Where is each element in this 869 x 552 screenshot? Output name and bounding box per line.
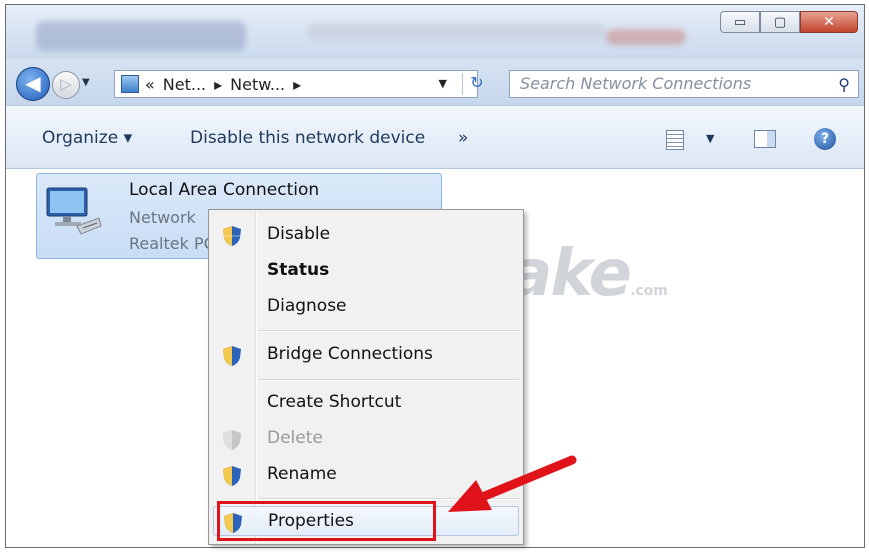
navigation-bar: ◀ ▷ ▼ « Net... ▸ Netw... ▸ ▼ ↻ Search Ne… [6, 59, 864, 105]
help-icon[interactable]: ? [814, 128, 836, 150]
connection-adapter: Realtek PCIe [129, 234, 219, 253]
view-dropdown-icon[interactable]: ▼ [706, 132, 714, 145]
window-controls: ▭ ▢ ✕ [720, 11, 858, 33]
organize-button[interactable]: Organize ▾ [42, 128, 132, 148]
breadcrumb-item-network-internet[interactable]: Netw... [230, 75, 285, 94]
search-placeholder: Search Network Connections [520, 74, 752, 93]
address-dropdown-icon[interactable]: ▼ [439, 77, 447, 90]
menu-item-disable[interactable]: Disable [209, 220, 523, 250]
recent-pages-dropdown-icon[interactable]: ▼ [82, 77, 90, 88]
menu-item-diagnose[interactable]: Diagnose [209, 292, 523, 322]
network-folder-icon [121, 75, 139, 93]
uac-shield-icon [223, 346, 241, 366]
disable-device-button[interactable]: Disable this network device [190, 128, 425, 148]
network-adapter-icon [46, 187, 102, 235]
blurred-title-accent [606, 29, 686, 45]
more-commands-button[interactable]: » [458, 128, 468, 148]
uac-shield-icon [223, 226, 241, 246]
menu-item-label: Rename [267, 464, 337, 484]
minimize-button[interactable]: ▭ [720, 11, 760, 33]
change-view-icon[interactable] [666, 130, 684, 150]
menu-separator [259, 379, 519, 381]
maximize-button[interactable]: ▢ [760, 11, 800, 33]
menu-item-label: Create Shortcut [267, 392, 402, 412]
command-bar: Organize ▾ Disable this network device »… [6, 105, 864, 169]
uac-shield-disabled-icon [223, 430, 241, 450]
breadcrumb-separator-icon[interactable]: ▸ [293, 75, 301, 94]
close-button[interactable]: ✕ [800, 11, 858, 33]
breadcrumb-separator-icon[interactable]: ▸ [214, 75, 222, 94]
title-bar: ▭ ▢ ✕ [6, 5, 864, 59]
blurred-title-text [306, 23, 606, 41]
forward-button[interactable]: ▷ [52, 71, 80, 99]
breadcrumb-overflow[interactable]: « [145, 75, 155, 94]
search-input[interactable]: Search Network Connections ⚲ [509, 70, 859, 98]
menu-item-label: Bridge Connections [267, 344, 433, 364]
menu-item-create-shortcut[interactable]: Create Shortcut [209, 388, 523, 418]
back-button[interactable]: ◀ [16, 67, 50, 101]
menu-item-label: Diagnose [267, 296, 347, 316]
menu-item-label: Disable [267, 224, 331, 244]
connection-status: Network [129, 208, 196, 227]
menu-item-bridge-connections[interactable]: Bridge Connections [209, 340, 523, 370]
red-arrow-icon [448, 455, 577, 512]
menu-item-label: Status [267, 260, 330, 280]
highlight-box [217, 501, 436, 541]
refresh-icon[interactable]: ↻ [462, 73, 491, 95]
breadcrumb-item-network[interactable]: Net... [163, 75, 206, 94]
preview-pane-icon[interactable] [754, 130, 776, 148]
menu-item-label: Delete [267, 428, 323, 448]
connection-name: Local Area Connection [129, 180, 320, 200]
blurred-title-area [36, 21, 246, 51]
menu-item-status[interactable]: Status [209, 256, 523, 286]
address-bar[interactable]: « Net... ▸ Netw... ▸ ▼ [114, 70, 478, 98]
menu-separator [259, 330, 519, 332]
uac-shield-icon [223, 466, 241, 486]
search-icon[interactable]: ⚲ [838, 75, 850, 94]
